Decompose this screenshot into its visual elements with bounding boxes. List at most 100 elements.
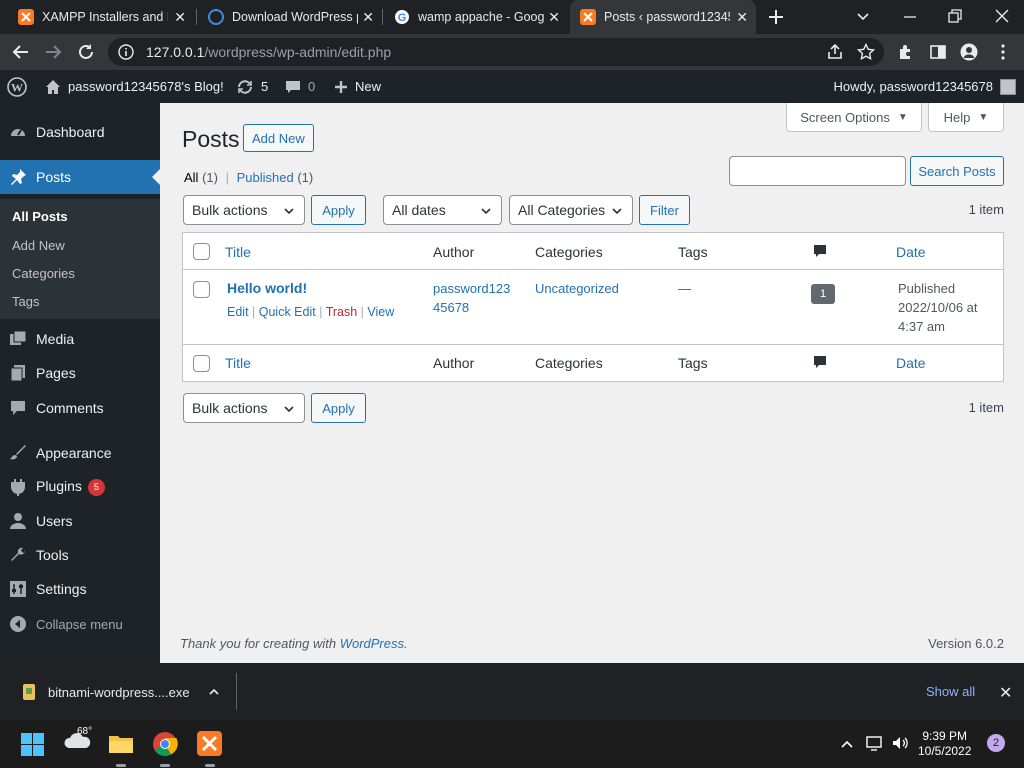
close-icon[interactable]: ✕ [999,683,1012,703]
updates-count: 5 [261,79,269,94]
share-icon[interactable] [826,43,844,61]
comment-count-bubble[interactable]: 1 [811,284,835,304]
chevron-up-icon[interactable] [208,686,220,698]
filter-button[interactable]: Filter [639,195,690,225]
column-date[interactable]: Date [896,244,926,260]
search-input[interactable] [729,156,906,186]
download-item[interactable]: bitnami-wordpress....exe [20,683,220,701]
network-icon[interactable] [866,735,884,751]
installer-file-icon [23,684,35,700]
column-title[interactable]: Title [225,355,251,371]
notification-badge[interactable]: 2 [987,734,1005,752]
tab-download-wordpress[interactable]: Download WordPress p ✕ [198,0,382,34]
chevron-up-icon[interactable] [840,737,854,751]
extensions-puzzle-icon[interactable] [897,43,915,61]
new-tab-plus-icon[interactable] [766,7,786,27]
select-all-checkbox[interactable] [193,355,210,372]
close-icon[interactable]: ✕ [736,10,748,24]
account-menu[interactable]: Howdy, password12345678 [834,70,1016,103]
column-title[interactable]: Title [225,244,251,260]
post-category-link[interactable]: Uncategorized [535,279,619,298]
wp-logo-menu[interactable]: W [7,70,27,103]
filter-all[interactable]: All (1) [184,170,218,185]
close-icon[interactable]: ✕ [548,10,560,24]
close-icon[interactable]: ✕ [362,10,374,24]
submenu-all-posts[interactable]: All Posts [12,209,68,224]
system-clock[interactable]: 9:39 PM 10/5/2022 [918,729,971,759]
wp-admin-bar: W password12345678's Blog! 5 0 New Howdy… [0,70,1024,103]
window-close-icon[interactable] [994,8,1010,24]
forward-arrow-icon[interactable] [44,43,62,61]
menu-tools[interactable]: Tools [0,538,160,572]
dates-select[interactable]: All dates [383,195,502,225]
profile-icon[interactable] [960,43,978,61]
file-explorer-icon[interactable] [108,732,134,754]
kebab-menu-icon[interactable] [994,43,1012,61]
search-posts-button[interactable]: Search Posts [910,156,1004,186]
view-link[interactable]: View [367,305,394,319]
home-icon [46,79,60,94]
comments-column-icon[interactable] [813,244,827,259]
volume-icon[interactable] [891,735,909,751]
address-bar[interactable]: 127.0.0.1/wordpress/wp-admin/edit.php [108,38,884,66]
submenu-tags[interactable]: Tags [12,294,39,309]
info-icon[interactable] [118,44,134,60]
menu-comments[interactable]: Comments [0,391,160,425]
menu-label: Media [36,331,75,347]
apply-button[interactable]: Apply [311,195,366,225]
site-name-link[interactable]: password12345678's Blog! [45,70,224,103]
wp-version: Version 6.0.2 [928,636,1004,651]
updates-link[interactable]: 5 [236,70,268,103]
side-panel-icon[interactable] [929,43,947,61]
bulk-actions-select[interactable]: Bulk actions [183,195,305,225]
column-categories: Categories [535,244,603,260]
post-title-link[interactable]: Hello world! [227,279,307,298]
menu-appearance[interactable]: Appearance [0,436,160,470]
tab-search-chevron-icon[interactable] [855,8,871,24]
menu-users[interactable]: Users [0,504,160,538]
minimize-icon[interactable] [902,8,918,24]
submenu-categories[interactable]: Categories [12,266,75,281]
tab-google-search[interactable]: G wamp appache - Goog ✕ [384,0,568,34]
show-all-downloads-button[interactable]: Show all [926,684,975,699]
tab-xampp[interactable]: XAMPP Installers and D ✕ [8,0,194,34]
categories-select[interactable]: All Categories [509,195,633,225]
menu-label: Appearance [36,445,112,461]
new-content-menu[interactable]: New [334,70,381,103]
back-arrow-icon[interactable] [12,43,30,61]
comments-link[interactable]: 0 [285,70,315,103]
submenu-add-new[interactable]: Add New [12,238,65,253]
weather-widget[interactable]: 68° [63,726,93,750]
restore-icon[interactable] [947,8,963,24]
select-all-checkbox[interactable] [193,243,210,260]
trash-link[interactable]: Trash [326,305,358,319]
apply-button-bottom[interactable]: Apply [311,393,366,423]
row-checkbox[interactable] [193,281,210,298]
wordpress-footer-link[interactable]: WordPress [340,636,404,651]
comments-column-icon[interactable] [813,355,827,370]
quick-edit-link[interactable]: Quick Edit [259,305,316,319]
menu-settings[interactable]: Settings [0,572,160,606]
reload-icon[interactable] [77,43,95,61]
chrome-icon[interactable] [152,731,178,757]
column-date[interactable]: Date [896,355,926,371]
help-button[interactable]: Help ▼ [928,103,1004,132]
xampp-taskbar-icon[interactable] [197,731,222,756]
filter-published[interactable]: Published (1) [237,170,314,185]
menu-label: Settings [36,581,87,597]
collapse-menu-button[interactable]: Collapse menu [0,607,160,641]
bookmark-star-icon[interactable] [857,43,875,61]
edit-link[interactable]: Edit [227,305,249,319]
menu-dashboard[interactable]: Dashboard [0,115,160,149]
windows-start-icon[interactable] [21,733,44,756]
menu-media[interactable]: Media [0,322,160,356]
menu-pages[interactable]: Pages [0,356,160,390]
close-icon[interactable]: ✕ [174,10,186,24]
add-new-button[interactable]: Add New [243,124,314,152]
menu-posts[interactable]: Posts [0,160,160,194]
post-author-link[interactable]: password123 45678 [433,279,510,317]
menu-plugins[interactable]: Plugins 5 [0,470,160,504]
bulk-actions-select-bottom[interactable]: Bulk actions [183,393,305,423]
tab-posts-active[interactable]: Posts ‹ password12345 ✕ [570,0,756,34]
screen-options-button[interactable]: Screen Options ▼ [786,103,922,132]
